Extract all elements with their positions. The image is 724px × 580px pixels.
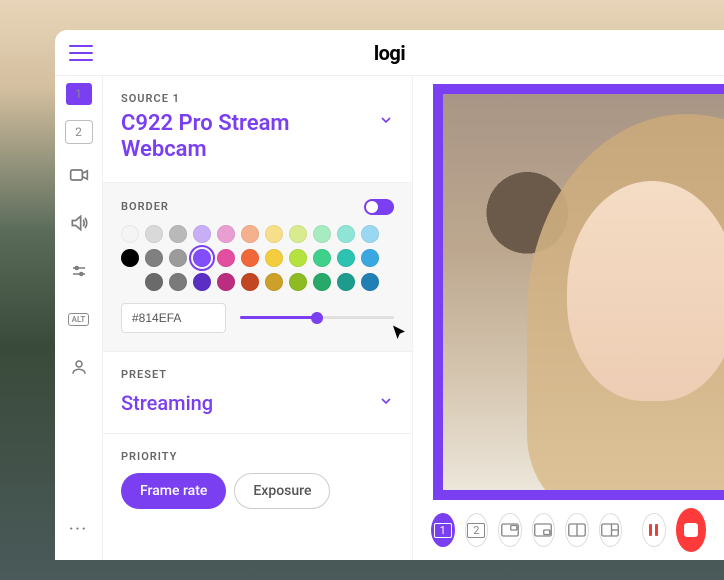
priority-exposure-button[interactable]: Exposure (234, 473, 330, 509)
priority-block: PRIORITY Frame rateExposure (103, 434, 412, 527)
color-swatch[interactable] (361, 249, 379, 267)
app-window: logi 1 2 ALT ··· (55, 30, 724, 560)
color-swatch[interactable] (241, 249, 259, 267)
sidebar: 1 2 ALT ··· (55, 76, 103, 560)
chevron-down-icon[interactable] (378, 393, 394, 413)
color-swatch[interactable] (337, 225, 355, 243)
border-label: BORDER (121, 200, 169, 213)
color-swatch[interactable] (289, 225, 307, 243)
pause-button[interactable] (642, 513, 666, 547)
settings-sliders-icon[interactable] (62, 254, 96, 288)
preview-area: 12 (413, 76, 724, 560)
color-swatch[interactable] (313, 249, 331, 267)
alt-icon[interactable]: ALT (62, 302, 96, 336)
source-block: SOURCE 1 C922 Pro Stream Webcam (103, 76, 412, 183)
menu-icon[interactable] (69, 41, 93, 65)
color-swatch[interactable] (121, 225, 139, 243)
color-swatch[interactable] (241, 273, 259, 291)
border-thickness-slider[interactable] (240, 310, 394, 326)
color-swatch[interactable] (313, 273, 331, 291)
color-swatch[interactable] (169, 273, 187, 291)
user-icon[interactable] (62, 350, 96, 384)
settings-panel: SOURCE 1 C922 Pro Stream Webcam BORDER (103, 76, 413, 560)
preset-label: PRESET (121, 368, 394, 381)
sidebar-source-1[interactable]: 1 (65, 82, 93, 106)
color-swatch[interactable] (121, 249, 139, 267)
preset-dropdown[interactable]: Streaming (121, 391, 213, 415)
border-block: BORDER (103, 183, 412, 352)
color-swatch[interactable] (337, 249, 355, 267)
hex-input[interactable] (121, 303, 226, 333)
color-swatch[interactable] (289, 273, 307, 291)
audio-icon[interactable] (62, 206, 96, 240)
layout-toolbar: 12 (413, 500, 724, 560)
main-area: 1 2 ALT ··· SOURCE 1 (55, 76, 724, 560)
color-swatch[interactable] (241, 225, 259, 243)
layout-button-layout-split-v[interactable] (565, 513, 589, 547)
color-swatch[interactable] (361, 225, 379, 243)
color-swatch[interactable] (145, 225, 163, 243)
topbar: logi (55, 30, 724, 76)
color-swatch[interactable] (265, 249, 283, 267)
chevron-down-icon[interactable] (378, 112, 394, 132)
layout-button-layout-pip-br[interactable] (532, 513, 556, 547)
color-swatch[interactable] (361, 273, 379, 291)
color-swatch[interactable] (217, 249, 235, 267)
sidebar-source-2[interactable]: 2 (65, 120, 93, 144)
color-swatch[interactable] (265, 273, 283, 291)
layout-button-layout-1[interactable]: 1 (431, 513, 455, 547)
color-swatch[interactable] (169, 249, 187, 267)
brand-logo: logi (93, 41, 686, 65)
priority-label: PRIORITY (121, 450, 394, 463)
color-swatch[interactable] (193, 225, 211, 243)
color-swatch[interactable] (145, 249, 163, 267)
color-swatches (121, 225, 394, 291)
camera-icon[interactable] (62, 158, 96, 192)
color-swatch[interactable] (337, 273, 355, 291)
more-icon[interactable]: ··· (62, 512, 96, 546)
color-swatch[interactable] (193, 249, 211, 267)
color-swatch[interactable] (217, 273, 235, 291)
preview-container (413, 76, 724, 500)
border-toggle[interactable] (364, 199, 394, 215)
color-swatch[interactable] (313, 225, 331, 243)
priority-framerate-button[interactable]: Frame rate (121, 473, 226, 509)
color-swatch[interactable] (289, 249, 307, 267)
color-swatch[interactable] (193, 273, 211, 291)
webcam-preview[interactable] (433, 84, 724, 500)
source-label: SOURCE 1 (121, 92, 378, 105)
record-button[interactable] (676, 508, 706, 552)
layout-button-layout-split-3[interactable] (599, 513, 623, 547)
color-swatch[interactable] (145, 273, 163, 291)
color-swatch[interactable] (217, 225, 235, 243)
source-dropdown[interactable]: C922 Pro Stream Webcam (121, 111, 378, 164)
layout-button-layout-2[interactable]: 2 (465, 513, 489, 547)
layout-button-layout-pip-tr[interactable] (498, 513, 522, 547)
color-swatch[interactable] (265, 225, 283, 243)
color-swatch[interactable] (169, 225, 187, 243)
preset-block: PRESET Streaming (103, 352, 412, 434)
